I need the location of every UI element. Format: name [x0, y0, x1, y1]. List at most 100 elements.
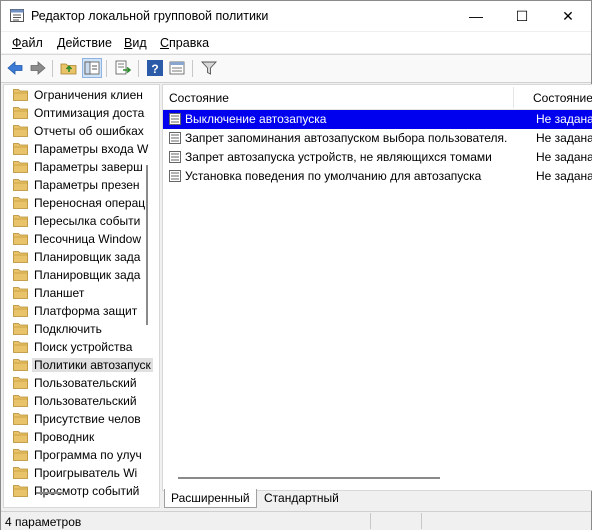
menu-help-accesskey: С — [160, 36, 170, 50]
toolbar: ? — [1, 54, 591, 83]
tab-extended-label: Расширенный — [171, 491, 250, 505]
toolbar-separator — [106, 60, 107, 77]
tree-item[interactable]: Пересылка событи — [4, 212, 154, 230]
tree-vertical-scrollbar[interactable] — [146, 165, 148, 325]
tree-item-label: Проводник — [34, 430, 95, 444]
folder-icon — [13, 377, 28, 389]
folder-icon — [13, 269, 28, 281]
tree-item-label: Присутствие челов — [34, 412, 141, 426]
folder-icon — [13, 287, 28, 299]
setting-name: Выключение автозапуска — [185, 112, 327, 126]
tree-item-label: Параметры презен — [34, 178, 140, 192]
toolbar-separator — [138, 60, 139, 77]
tree-item-label: Платформа защит — [34, 304, 138, 318]
menu-view[interactable]: Вид — [124, 36, 147, 50]
tree-item[interactable]: Проводник — [4, 428, 154, 446]
tree-item[interactable]: Планировщик зада — [4, 248, 154, 266]
policy-tree[interactable]: Ограничения клиен Оптимизация доста Отчеты… — [3, 84, 160, 508]
close-button[interactable]: ✕ — [545, 1, 591, 31]
tree-item-label: Планшет — [34, 286, 85, 300]
show-hide-tree-icon[interactable] — [82, 58, 102, 78]
column-divider[interactable] — [513, 87, 514, 108]
tree-item[interactable]: Пользовательский — [4, 392, 154, 410]
menu-file[interactable]: Файл — [12, 36, 43, 50]
setting-row[interactable]: Выключение автозапуска Не задана — [163, 110, 592, 129]
tree-item[interactable]: Просмотр событий — [4, 482, 154, 500]
list-horizontal-scrollbar[interactable] — [178, 477, 440, 479]
setting-name: Запрет запоминания автозапуском выбора п… — [185, 131, 508, 145]
tab-standard[interactable]: Стандартный — [258, 489, 345, 507]
up-folder-icon[interactable] — [60, 59, 78, 77]
setting-row[interactable]: Запрет запоминания автозапуском выбора п… — [163, 129, 592, 148]
tree-item[interactable]: Параметры презен — [4, 176, 154, 194]
folder-icon — [13, 161, 28, 173]
setting-icon — [169, 170, 181, 182]
folder-icon — [13, 359, 28, 371]
svg-text:?: ? — [151, 62, 158, 76]
filter-icon[interactable] — [200, 59, 218, 77]
tree-item-label: Отчеты об ошибках — [34, 124, 144, 138]
tree-item[interactable]: Параметры заверш — [4, 158, 154, 176]
tab-extended[interactable]: Расширенный — [164, 489, 257, 508]
folder-icon — [13, 233, 28, 245]
tree-item[interactable]: Поиск устройства — [4, 338, 154, 356]
tree-item[interactable]: Политики автозапуск — [4, 356, 154, 374]
export-list-icon[interactable] — [114, 59, 132, 77]
setting-state: Не задана — [536, 131, 592, 145]
column-header-name[interactable]: Состояние — [169, 91, 229, 105]
maximize-button[interactable]: ☐ — [499, 1, 545, 31]
menu-help-label: правка — [169, 36, 210, 50]
setting-row[interactable]: Установка поведения по умолчанию для авт… — [163, 167, 592, 186]
folder-icon — [13, 179, 28, 191]
back-arrow-icon[interactable] — [6, 59, 24, 77]
tree-item[interactable]: Подключить — [4, 320, 154, 338]
setting-state: Не задана — [536, 112, 592, 126]
tree-item[interactable]: Ограничения клиен — [4, 86, 154, 104]
tree-item[interactable]: Параметры входа W — [4, 140, 154, 158]
tree-item[interactable]: Планировщик зада — [4, 266, 154, 284]
tree-item[interactable]: Песочница Window — [4, 230, 154, 248]
help-icon[interactable]: ? — [146, 59, 164, 77]
tree-item[interactable]: Оптимизация доста — [4, 104, 154, 122]
setting-row[interactable]: Запрет автозапуска устройств, не являющи… — [163, 148, 592, 167]
properties-icon[interactable] — [168, 59, 186, 77]
folder-icon — [13, 251, 28, 263]
folder-icon — [13, 413, 28, 425]
title-bar[interactable]: Редактор локальной групповой политики — … — [1, 1, 591, 31]
folder-icon — [13, 305, 28, 317]
tree-item-label: Пользовательский — [34, 376, 137, 390]
tree-item[interactable]: Переносная операц — [4, 194, 154, 212]
tree-item-label: Пересылка событи — [34, 214, 141, 228]
view-tabs: Расширенный Стандартный — [162, 489, 591, 509]
status-divider — [370, 513, 371, 529]
tree-item[interactable]: Платформа защит — [4, 302, 154, 320]
folder-icon — [13, 341, 28, 353]
tree-item-label: Политики автозапуск — [32, 358, 153, 372]
toolbar-separator — [52, 60, 53, 77]
folder-icon — [13, 89, 28, 101]
tree-item[interactable]: Планшет — [4, 284, 154, 302]
status-bar: 4 параметров — [1, 511, 591, 530]
folder-icon — [13, 323, 28, 335]
tree-item[interactable]: Отчеты об ошибках — [4, 122, 154, 140]
tree-item[interactable]: Проигрыватель Wi — [4, 464, 154, 482]
tree-item-label: Планировщик зада — [34, 250, 141, 264]
tree-item[interactable]: Пользовательский — [4, 374, 154, 392]
list-column-header: Состояние Состояние — [163, 85, 592, 110]
status-count: 4 параметров — [5, 515, 82, 529]
setting-icon — [169, 132, 181, 144]
setting-state: Не задана — [536, 150, 592, 164]
tree-item-label: Оптимизация доста — [34, 106, 145, 120]
setting-state: Не задана — [536, 169, 592, 183]
tree-item-label: Подключить — [34, 322, 102, 336]
minimize-button[interactable]: — — [453, 1, 499, 31]
tree-item[interactable]: Программа по улуч — [4, 446, 154, 464]
menu-help[interactable]: Справка — [160, 36, 209, 50]
menu-action[interactable]: Действие — [57, 36, 112, 50]
folder-icon — [13, 449, 28, 461]
forward-arrow-icon[interactable] — [29, 59, 47, 77]
menu-file-label: айл — [21, 36, 43, 50]
tree-item[interactable]: Присутствие челов — [4, 410, 154, 428]
column-header-state[interactable]: Состояние — [533, 91, 592, 105]
tree-horizontal-scrollbar[interactable] — [36, 492, 64, 494]
